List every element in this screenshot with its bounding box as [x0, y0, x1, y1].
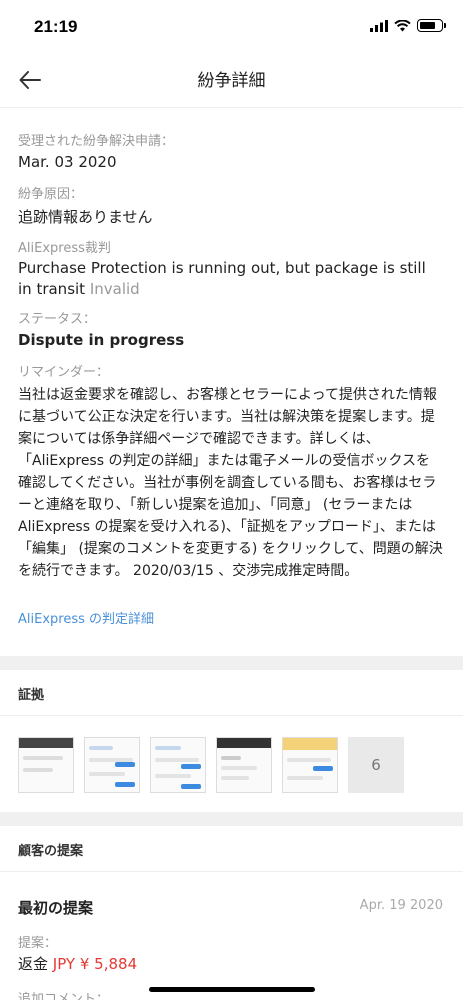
proposal-header: 顧客の提案 [0, 826, 463, 872]
status-bar: 21:19 [0, 0, 463, 52]
status-time: 21:19 [34, 17, 78, 36]
signal-icon [370, 19, 388, 32]
thumb-line [155, 774, 191, 778]
thumb-line [155, 758, 199, 762]
evidence-title: 証拠 [18, 688, 45, 703]
thumb-line [221, 776, 249, 780]
thumb-line [89, 772, 125, 776]
thumb-line [89, 746, 113, 750]
proposal-amount: JPY ¥ 5,884 [52, 955, 138, 973]
status-value: Dispute in progress [18, 331, 185, 349]
reminder-label: リマインダー： [18, 365, 110, 380]
section-divider [0, 812, 463, 826]
wifi-icon [394, 19, 411, 31]
status-label: ステータス： [18, 312, 97, 327]
reason-value: 追跡情報ありません [18, 208, 153, 226]
thumb-button [313, 766, 333, 771]
verdict-detail-link[interactable]: AliExpress の判定詳細 [18, 608, 154, 627]
reminder-text: 当社は返金要求を確認し、お客様とセラーによって提供された情報に基づいて公正な決定… [18, 387, 443, 579]
thumb-line [287, 758, 331, 762]
proposal-value: 返金 JPY ¥ 5,884 [18, 953, 137, 974]
thumb-button [181, 784, 201, 789]
verdict-status: Invalid [89, 280, 140, 298]
home-indicator [149, 987, 315, 992]
page-title: 紛争詳細 [197, 71, 266, 91]
thumb-header [217, 738, 271, 748]
thumb-header [283, 738, 337, 750]
proposal-date: Apr. 19 2020 [359, 898, 443, 913]
thumb-line [23, 768, 53, 772]
evidence-thumbnail-2[interactable] [84, 737, 140, 793]
thumb-line [155, 746, 181, 750]
thumb-line [287, 776, 323, 780]
evidence-thumbnails: 6 [18, 737, 404, 793]
thumb-header [19, 738, 73, 748]
thumb-button [115, 762, 135, 767]
section-divider [0, 656, 463, 670]
proposal-title: 最初の提案 [18, 899, 94, 917]
evidence-thumbnail-1[interactable] [18, 737, 74, 793]
proposal-label: 提案： [18, 936, 58, 951]
reason-label: 紛争原因： [18, 187, 84, 202]
evidence-thumbnail-3[interactable] [150, 737, 206, 793]
status-icons [370, 19, 446, 32]
proposal-type: 返金 [18, 955, 49, 973]
verdict-value: Purchase Protection is running out, but … [18, 258, 443, 300]
battery-icon [417, 19, 446, 32]
nav-bar: 紛争詳細 [0, 52, 463, 108]
battery-level [419, 21, 435, 29]
comment-label: 追加コメント： [18, 992, 110, 1000]
date-value: Mar. 03 2020 [18, 153, 117, 171]
evidence-thumbnail-5[interactable] [282, 737, 338, 793]
thumb-button [181, 764, 201, 769]
evidence-header: 証拠 [0, 670, 463, 716]
thumb-line [221, 766, 257, 770]
proposal-section-title: 顧客の提案 [18, 844, 84, 859]
thumb-button [115, 782, 135, 787]
thumb-line [23, 756, 63, 760]
verdict-text: Purchase Protection is running out, but … [18, 259, 426, 298]
evidence-more-count[interactable]: 6 [348, 737, 404, 793]
thumb-line [221, 756, 241, 760]
date-label: 受理された紛争解決申請： [18, 134, 175, 149]
verdict-label: AliExpress裁判 [18, 241, 111, 256]
evidence-thumbnail-4[interactable] [216, 737, 272, 793]
